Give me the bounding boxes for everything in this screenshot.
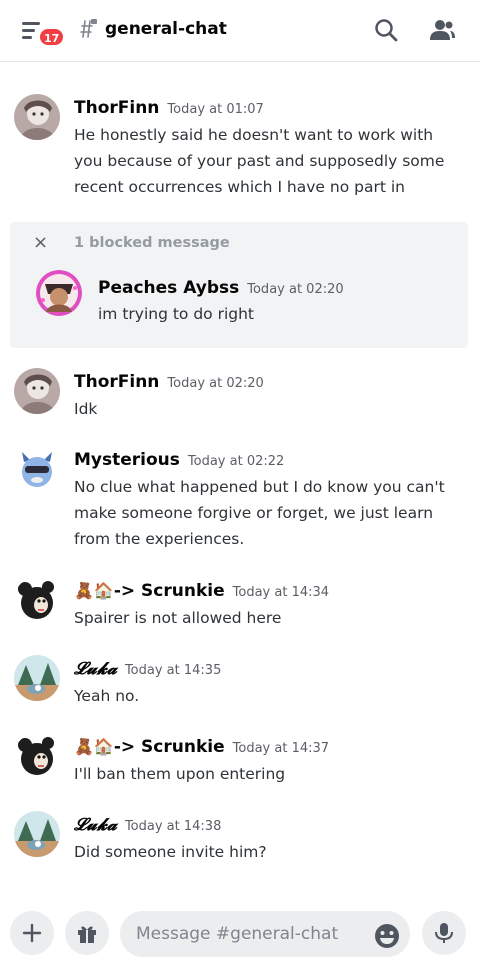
blocked-message-label[interactable]: 1 blocked message [74, 235, 230, 251]
message-text: He honestly said he doesn't want to work… [74, 126, 445, 196]
close-icon[interactable]: × [33, 232, 48, 253]
avatar[interactable] [14, 446, 60, 492]
message[interactable]: ThorFinn Today at 01:07 He honestly said … [0, 94, 480, 204]
message-timestamp: Today at 01:07 [167, 102, 264, 117]
author-name[interactable]: Peaches Aybss [98, 278, 239, 298]
channel-name: general-chat [105, 19, 227, 39]
message-timestamp: Today at 14:37 [232, 741, 330, 756]
author-name[interactable]: -> Scrunkie [114, 581, 225, 601]
avatar[interactable] [14, 655, 60, 701]
message-timestamp: Today at 14:35 [124, 663, 222, 678]
message[interactable]: Mysterious Today at 02:22 No clue what ha… [0, 446, 480, 556]
author-emoji: 🧸🏠 [74, 737, 114, 756]
message-author[interactable]: ThorFinn Today at 01:07 [74, 98, 264, 118]
voice-message-button[interactable] [422, 911, 466, 955]
add-attachment-button[interactable] [10, 911, 54, 955]
message[interactable]: ThorFinn Today at 02:20 Idk [0, 368, 480, 424]
message-timestamp: Today at 02:22 [187, 454, 285, 469]
plus-icon [22, 923, 42, 943]
thread-icon [80, 19, 97, 38]
message-input[interactable]: Message #general-chat [120, 911, 410, 957]
hamburger-line [22, 36, 32, 39]
message-timestamp: Today at 14:38 [124, 819, 222, 834]
avatar[interactable] [14, 368, 60, 414]
menu-button[interactable]: 17 [22, 20, 66, 47]
author-name[interactable]: 𝓛𝓾𝓴𝓪 [74, 815, 117, 835]
message-text: Idk [74, 400, 98, 418]
message-author[interactable]: ThorFinn Today at 02:20 [74, 372, 264, 392]
message-text: im trying to do right [98, 305, 255, 323]
message-timestamp: Today at 14:34 [232, 585, 330, 600]
channel-header: 17 general-chat [0, 0, 480, 62]
message[interactable]: 𝓛𝓾𝓴𝓪 Today at 14:35 Yeah no. [0, 655, 480, 711]
author-name[interactable]: ThorFinn [74, 372, 159, 392]
avatar[interactable] [14, 733, 60, 779]
author-name[interactable]: Mysterious [74, 450, 180, 470]
hamburger-line [22, 29, 35, 32]
microphone-icon [435, 923, 453, 943]
avatar[interactable] [14, 811, 60, 857]
avatar[interactable] [14, 94, 60, 140]
message-text: Spairer is not allowed here [74, 609, 282, 627]
gift-button[interactable] [65, 911, 109, 955]
message-author[interactable]: 🧸🏠-> Scrunkie Today at 14:34 [74, 581, 329, 601]
message-composer: Message #general-chat [0, 900, 480, 972]
unread-badge: 17 [38, 27, 66, 47]
author-name[interactable]: ThorFinn [74, 98, 159, 118]
message[interactable]: 🧸🏠-> Scrunkie Today at 14:37 I'll ban the… [0, 733, 480, 789]
message-text: Yeah no. [74, 687, 140, 705]
message[interactable]: 𝓛𝓾𝓴𝓪 Today at 14:38 Did someone invite hi… [0, 811, 480, 867]
message-text: No clue what happened but I do know you … [74, 478, 445, 548]
message-author[interactable]: 𝓛𝓾𝓴𝓪 Today at 14:35 [74, 659, 221, 679]
author-emoji: 🧸🏠 [74, 581, 114, 600]
author-name[interactable]: -> Scrunkie [114, 737, 225, 757]
message-text: I'll ban them upon entering [74, 765, 286, 783]
message-author[interactable]: 𝓛𝓾𝓴𝓪 Today at 14:38 [74, 815, 221, 835]
avatar[interactable] [36, 270, 82, 316]
emoji-icon[interactable] [373, 922, 401, 950]
message-text: Did someone invite him? [74, 843, 267, 861]
hamburger-icon [22, 22, 40, 25]
blocked-message-group: × 1 blocked message Peaches Aybss Today a… [10, 222, 468, 348]
message-timestamp: Today at 02:20 [247, 282, 344, 297]
members-icon[interactable] [428, 17, 456, 43]
avatar[interactable] [14, 577, 60, 623]
message-author[interactable]: Mysterious Today at 02:22 [74, 450, 284, 470]
author-name[interactable]: 𝓛𝓾𝓴𝓪 [74, 659, 117, 679]
message-author[interactable]: Peaches Aybss Today at 02:20 [98, 278, 344, 298]
gift-icon [78, 926, 96, 943]
message[interactable]: 🧸🏠-> Scrunkie Today at 14:34 Spairer is n… [0, 577, 480, 633]
message-author[interactable]: 🧸🏠-> Scrunkie Today at 14:37 [74, 737, 329, 757]
message-timestamp: Today at 02:20 [167, 376, 264, 391]
search-icon[interactable] [373, 17, 399, 43]
